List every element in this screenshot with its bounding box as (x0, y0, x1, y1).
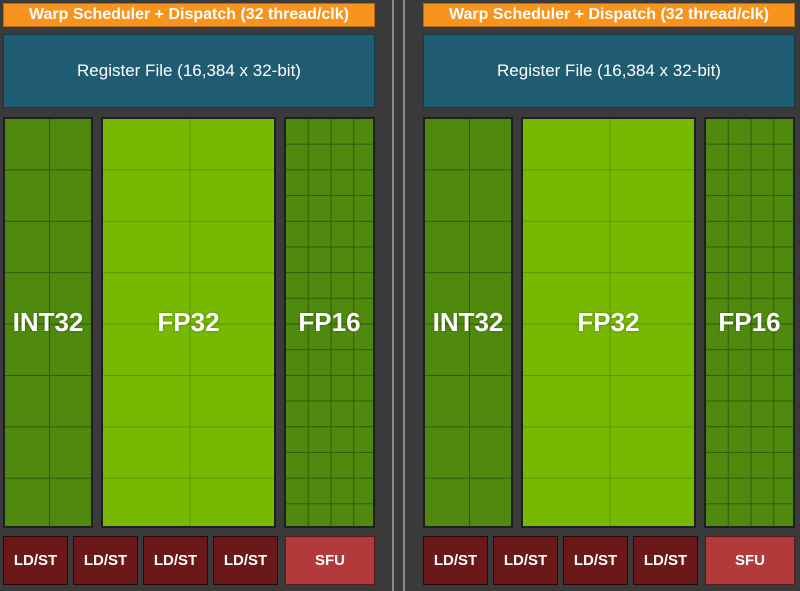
fp32-label: FP32 (157, 307, 219, 338)
fp16-label: FP16 (298, 307, 360, 338)
ldst-unit-2: LD/ST (493, 536, 558, 585)
register-file-block: Register File (16,384 x 32-bit) (3, 34, 375, 108)
sm-partition-right: Warp Scheduler + Dispatch (32 thread/clk… (420, 0, 800, 591)
fp16-unit-block: FP16 (284, 117, 375, 528)
int32-unit-block: INT32 (423, 117, 513, 528)
ldst-unit-4: LD/ST (633, 536, 698, 585)
int32-unit-block: INT32 (3, 117, 93, 528)
sfu-block: SFU (285, 536, 375, 585)
fp32-unit-block: FP32 (101, 117, 276, 528)
fp16-label: FP16 (718, 307, 780, 338)
int32-label: INT32 (13, 307, 84, 338)
ldst-unit-1: LD/ST (423, 536, 488, 585)
partition-divider (389, 0, 411, 591)
ldst-unit-3: LD/ST (143, 536, 208, 585)
ldst-unit-2: LD/ST (73, 536, 138, 585)
fp32-unit-block: FP32 (521, 117, 696, 528)
ldst-unit-3: LD/ST (563, 536, 628, 585)
fp16-unit-block: FP16 (704, 117, 795, 528)
sfu-block: SFU (705, 536, 795, 585)
ldst-unit-4: LD/ST (213, 536, 278, 585)
ldst-unit-1: LD/ST (3, 536, 68, 585)
fp32-label: FP32 (577, 307, 639, 338)
register-file-block: Register File (16,384 x 32-bit) (423, 34, 795, 108)
warp-scheduler-block: Warp Scheduler + Dispatch (32 thread/clk… (423, 3, 795, 27)
int32-label: INT32 (433, 307, 504, 338)
warp-scheduler-block: Warp Scheduler + Dispatch (32 thread/clk… (3, 3, 375, 27)
sm-partition-left: Warp Scheduler + Dispatch (32 thread/clk… (0, 0, 380, 591)
